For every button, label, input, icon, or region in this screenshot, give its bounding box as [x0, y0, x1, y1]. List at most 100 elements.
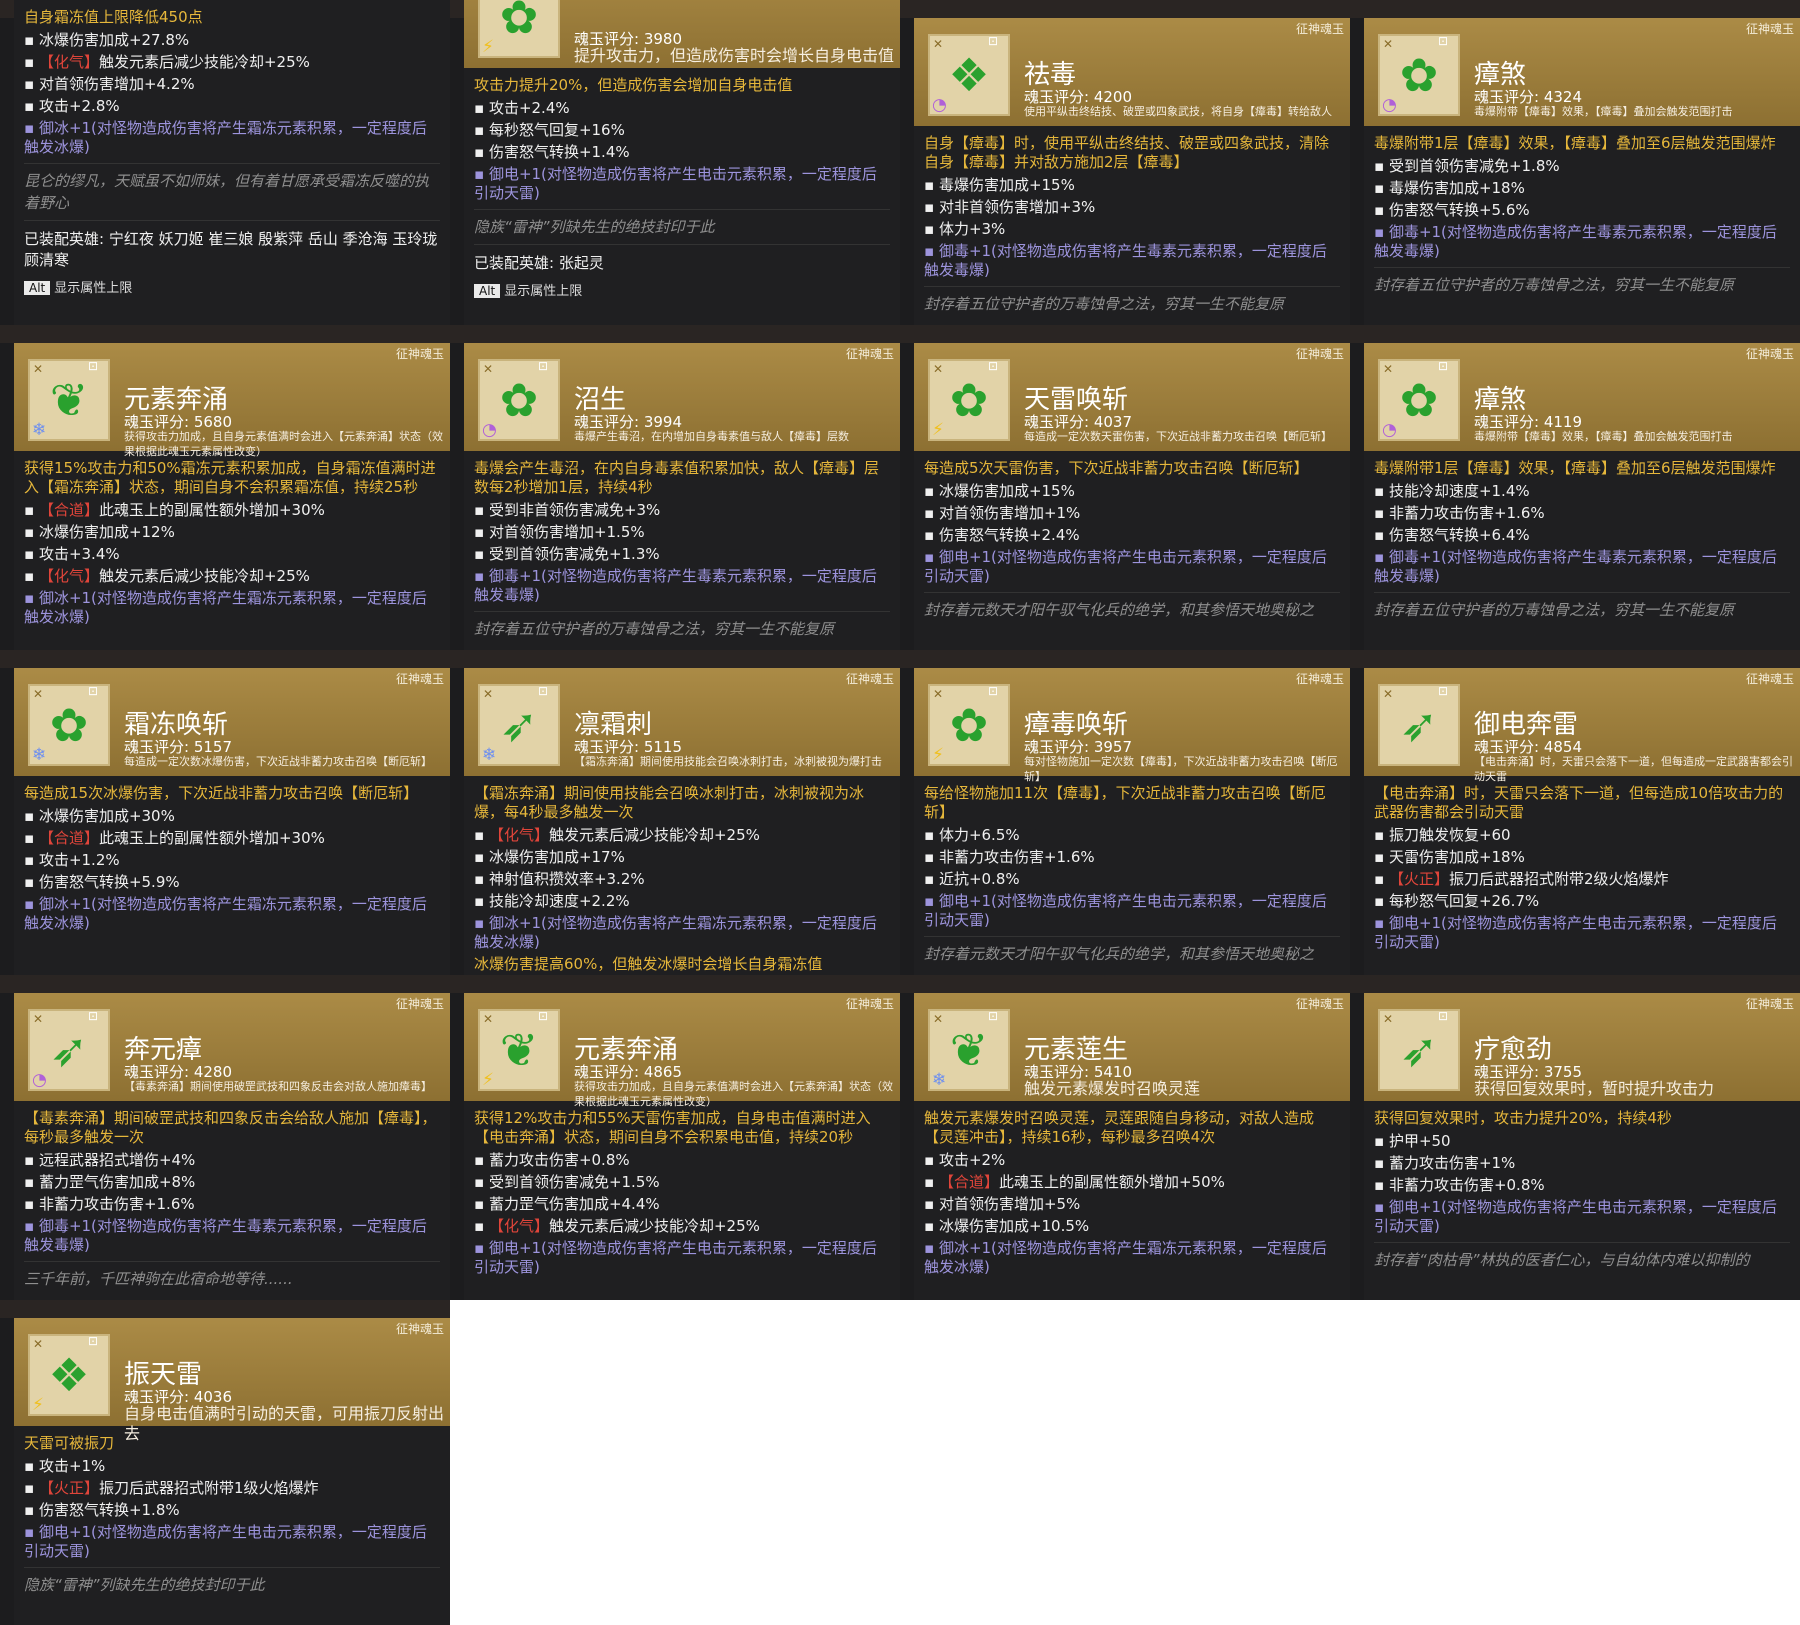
stat-text: 振刀后武器招式附带1级火焰爆炸: [98, 1479, 319, 1497]
poison-element-icon: ◔: [32, 1070, 47, 1090]
corner-ornament-icon: ✕: [33, 362, 44, 376]
soul-jade-card[interactable]: ✕ ➶ ◔ ⊡ 征神魂玉 奔元瘴 魂玉评分: 4280 【毒素奔涌】期间使用破罡武技和四象反击…: [14, 993, 450, 1300]
lock-icon[interactable]: ⊡: [1438, 34, 1448, 48]
bullet-icon: ▪: [474, 545, 489, 563]
lock-icon[interactable]: ⊡: [988, 1009, 998, 1023]
jade-short-desc: 毒爆附带【瘴毒】效果，【瘴毒】叠加会触发范围打击: [1474, 430, 1733, 443]
main-effect-text: 每造成5次天雷伤害，下次近战非蓄力攻击召唤【断厄斩】: [924, 459, 1309, 477]
card-header: ✕ ❦ ❄ ⊡ 征神魂玉 元素莲生 魂玉评分: 5410 触发元素爆发时召唤灵莲: [914, 993, 1350, 1101]
bullet-icon: ▪: [24, 829, 39, 847]
card-body: 【电击奔涌】时，天雷只会落下一道，但每造成10倍攻击力的武器伤害都会引动天雷 ▪ …: [1364, 776, 1800, 955]
bullet-icon: ▪: [924, 526, 939, 544]
stat-rank-badge: 【合道】: [38, 829, 99, 847]
soul-jade-cell: ✕ ✿ ❄ ⊡ 征神魂玉 霜冻唤斩 魂玉评分: 5157 每造成一定次数冰爆伤害，下次近战非蓄…: [0, 650, 450, 975]
soul-jade-card[interactable]: ✕ ✿ ⚡ ⊡ 征神魂玉 天雷唤斩 魂玉评分: 4037 每造成一定次数天雷伤害，下次近战非蓄…: [914, 343, 1350, 650]
poison-element-icon: ◔: [1382, 420, 1397, 440]
soul-jade-card[interactable]: ✕ ✿ ◔ ⊡ 征神魂玉 瘴煞 魂玉评分: 4119 毒爆附带【瘴毒】效果，【瘴毒】叠加会触发…: [1364, 343, 1800, 650]
background-strip: [0, 650, 450, 668]
stat-text: 御电+1(对怪物造成伤害将产生电击元素积累，一定程度后引动天雷): [474, 165, 877, 202]
stat-line: ▪ 护甲+50: [1374, 1132, 1790, 1151]
stat-line: ▪ 冰爆伤害加成+30%: [24, 807, 440, 826]
stat-line: ▪ 毒爆伤害加成+15%: [924, 176, 1340, 195]
lock-icon[interactable]: ⊡: [1438, 359, 1448, 373]
stat-text: 蓄力罡气伤害加成+4.4%: [488, 1195, 660, 1213]
soul-jade-card[interactable]: ✕ ❦ ❄ ⊡ 征神魂玉 元素莲生 魂玉评分: 5410 触发元素爆发时召唤灵莲 触发元素爆发时…: [914, 993, 1350, 1300]
stat-text: 此魂玉上的副属性额外增加+30%: [98, 501, 325, 519]
bullet-icon: ▪: [1374, 504, 1389, 522]
equipped-heroes: 已装配英雄: 宁红夜 妖刀姬 崔三娘 殷紫萍 岳山 季沧海 玉玲珑 顾清寒: [24, 220, 440, 271]
soul-jade-card[interactable]: ✕ ✿ ◔ ⊡ 征神魂玉 沼生 魂玉评分: 3994 毒爆产生毒沼，在内增加自身毒素值与敌人【…: [464, 343, 900, 650]
soul-jade-cell: ✕ ✿ ⚡ ⊡ 征神魂玉 瘴毒唤斩 魂玉评分: 3957 每对怪物施加一定次数【瘴毒】，下次近…: [900, 650, 1350, 975]
card-tag: 征神魂玉: [395, 347, 444, 361]
stat-line: ▪ 对首领伤害增加+5%: [924, 1195, 1340, 1214]
flavor-text: 封存着元数天才阳午驭气化兵的绝学，和其参悟天地奥秘之: [924, 592, 1340, 621]
jade-gem-icon: ✿: [1399, 48, 1439, 102]
bullet-icon: ▪: [474, 826, 489, 844]
stat-line: ▪ 受到首领伤害减免+1.8%: [1374, 157, 1790, 176]
corner-ornament-icon: ✕: [33, 1012, 44, 1026]
stat-text: 御毒+1(对怪物造成伤害将产生毒素元素积累，一定程度后触发毒爆): [24, 1217, 427, 1254]
lock-icon[interactable]: ⊡: [1438, 684, 1448, 698]
lock-icon[interactable]: ⊡: [88, 359, 98, 373]
stat-line: ▪ 【火正】振刀后武器招式附带1级火焰爆炸: [24, 1479, 440, 1498]
lock-icon[interactable]: ⊡: [88, 684, 98, 698]
stat-line: ▪ 蓄力攻击伤害+1%: [1374, 1154, 1790, 1173]
stat-line: ▪ 攻击+2%: [924, 1151, 1340, 1170]
set-bonus-line: ▪ 御冰+1(对怪物造成伤害将产生霜冻元素积累，一定程度后触发冰爆): [474, 914, 890, 952]
card-body: 每造成5次天雷伤害，下次近战非蓄力攻击召唤【断厄斩】 ▪ 冰爆伤害加成+15% ▪ …: [914, 451, 1350, 621]
bullet-icon: ▪: [474, 567, 489, 585]
card-tag: 征神魂玉: [1745, 22, 1794, 36]
soul-jade-card[interactable]: ✕ ❖ ◔ ⊡ 征神魂玉 祛毒 魂玉评分: 4200 使用平纵击终结技、破罡或四象武技，将自身…: [914, 18, 1350, 325]
soul-jade-icon[interactable]: ✕✿⚡: [478, 0, 560, 58]
soul-jade-card[interactable]: ✕ ➶ ⊡ 征神魂玉 疗愈劲 魂玉评分: 3755 获得回复效果时，暂时提升攻击力 获得回复效…: [1364, 993, 1800, 1300]
bullet-icon: ▪: [1374, 892, 1389, 910]
bullet-icon: ▪: [924, 848, 939, 866]
card-header: ✕ ❦ ⚡ ⊡ 征神魂玉 元素奔涌 魂玉评分: 4865 获得攻击力加成，且自身元素值满时会进…: [464, 993, 900, 1108]
set-bonus-line: ▪ 御电+1(对怪物造成伤害将产生电击元素积累，一定程度后引动天雷): [474, 165, 890, 203]
card-header: ✕ ➶ ◔ ⊡ 征神魂玉 奔元瘴 魂玉评分: 4280 【毒素奔涌】期间使用破罡武技和四象反击…: [14, 993, 450, 1101]
soul-jade-card[interactable]: ✕ ✿ ⚡ ⊡ 征神魂玉 瘴毒唤斩 魂玉评分: 3957 每对怪物施加一定次数【瘴毒】，下次近…: [914, 668, 1350, 975]
soul-jade-card[interactable]: ✕ ✿ ◔ ⊡ 征神魂玉 瘴煞 魂玉评分: 4324 毒爆附带【瘴毒】效果，【瘴毒】叠加会触发…: [1364, 18, 1800, 325]
bullet-icon: ▪: [924, 870, 939, 888]
alt-key[interactable]: Alt: [474, 284, 501, 298]
lock-icon[interactable]: ⊡: [538, 684, 548, 698]
card-body: 毒爆附带1层【瘴毒】效果，【瘴毒】叠加至6层触发范围爆炸 ▪ 受到首领伤害减免+1…: [1364, 126, 1800, 296]
stat-text: 蓄力攻击伤害+1%: [1388, 1154, 1516, 1172]
soul-jade-card[interactable]: ✕ ❖ ⚡ ⊡ 征神魂玉 振天雷 魂玉评分: 4036 自身电击值满时引动的天雷，可用振刀反射…: [14, 1318, 450, 1625]
soul-jade-card[interactable]: ✕ ❦ ❄ ⊡ 征神魂玉 元素奔涌 魂玉评分: 5680 获得攻击力加成，且自身元素值满时会进…: [14, 343, 450, 650]
stat-text: 技能冷却速度+2.2%: [488, 892, 630, 910]
stat-text: 攻击+1.2%: [38, 851, 120, 869]
soul-jade-card[interactable]: ✕✿⚡⊡征神魂玉魂玉评分: 3980提升攻击力，但造成伤害时会增长自身电击值攻击…: [464, 0, 900, 325]
lock-icon[interactable]: ⊡: [538, 1009, 548, 1023]
bullet-icon: ▪: [24, 1523, 39, 1541]
stat-text: 触发元素后减少技能冷却+25%: [98, 567, 310, 585]
stat-line: ▪ 【化气】触发元素后减少技能冷却+25%: [474, 826, 890, 845]
lock-icon[interactable]: ⊡: [538, 359, 548, 373]
stat-text: 伤害怒气转换+5.6%: [1388, 201, 1530, 219]
stat-text: 护甲+50: [1388, 1132, 1451, 1150]
soul-jade-card[interactable]: 自身霜冻值上限降低450点 ▪ 冰爆伤害加成+27.8% ▪ 【化气】触发元素后减少…: [14, 0, 450, 325]
soul-jade-card[interactable]: ✕ ✿ ❄ ⊡ 征神魂玉 霜冻唤斩 魂玉评分: 5157 每造成一定次数冰爆伤害，下次近战非蓄…: [14, 668, 450, 975]
frost-element-icon: ❄: [32, 420, 47, 440]
lock-icon[interactable]: ⊡: [988, 34, 998, 48]
stat-text: 触发元素后减少技能冷却+25%: [548, 826, 760, 844]
stat-line: ▪ 受到非首领伤害减免+3%: [474, 501, 890, 520]
frost-element-icon: ❄: [482, 745, 497, 765]
bullet-icon: ▪: [1374, 179, 1389, 197]
lock-icon[interactable]: ⊡: [88, 1009, 98, 1023]
soul-jade-card[interactable]: ✕ ❦ ⚡ ⊡ 征神魂玉 元素奔涌 魂玉评分: 4865 获得攻击力加成，且自身元素值满时会进…: [464, 993, 900, 1300]
lock-icon[interactable]: ⊡: [988, 684, 998, 698]
soul-jade-cell: ✕ ❦ ⚡ ⊡ 征神魂玉 元素奔涌 魂玉评分: 4865 获得攻击力加成，且自身元素值满时会进…: [450, 975, 900, 1300]
soul-jade-card[interactable]: ✕ ➶ ⊡ 征神魂玉 御电奔雷 魂玉评分: 4854 【电击奔涌】时，天雷只会落下一道，但每…: [1364, 668, 1800, 975]
bullet-icon: ▪: [24, 895, 39, 913]
stat-text: 每秒怒气回复+16%: [488, 121, 625, 139]
stat-text: 蓄力攻击伤害+0.8%: [488, 1151, 630, 1169]
lock-icon[interactable]: ⊡: [988, 359, 998, 373]
lock-icon[interactable]: ⊡: [1438, 1009, 1448, 1023]
stat-text: 触发元素后减少技能冷却+25%: [98, 53, 310, 71]
main-effect-text: 【毒素奔涌】期间破罡武技和四象反击会给敌人施加【瘴毒】，每秒最多触发一次: [24, 1109, 437, 1146]
lock-icon[interactable]: ⊡: [88, 1334, 98, 1348]
bullet-icon: ▪: [24, 545, 39, 563]
main-effect-text: 获得15%攻击力和50%霜冻元素积累加成，自身霜冻值满时进入【霜冻奔涌】状态，期…: [24, 459, 436, 496]
alt-key[interactable]: Alt: [24, 281, 51, 295]
